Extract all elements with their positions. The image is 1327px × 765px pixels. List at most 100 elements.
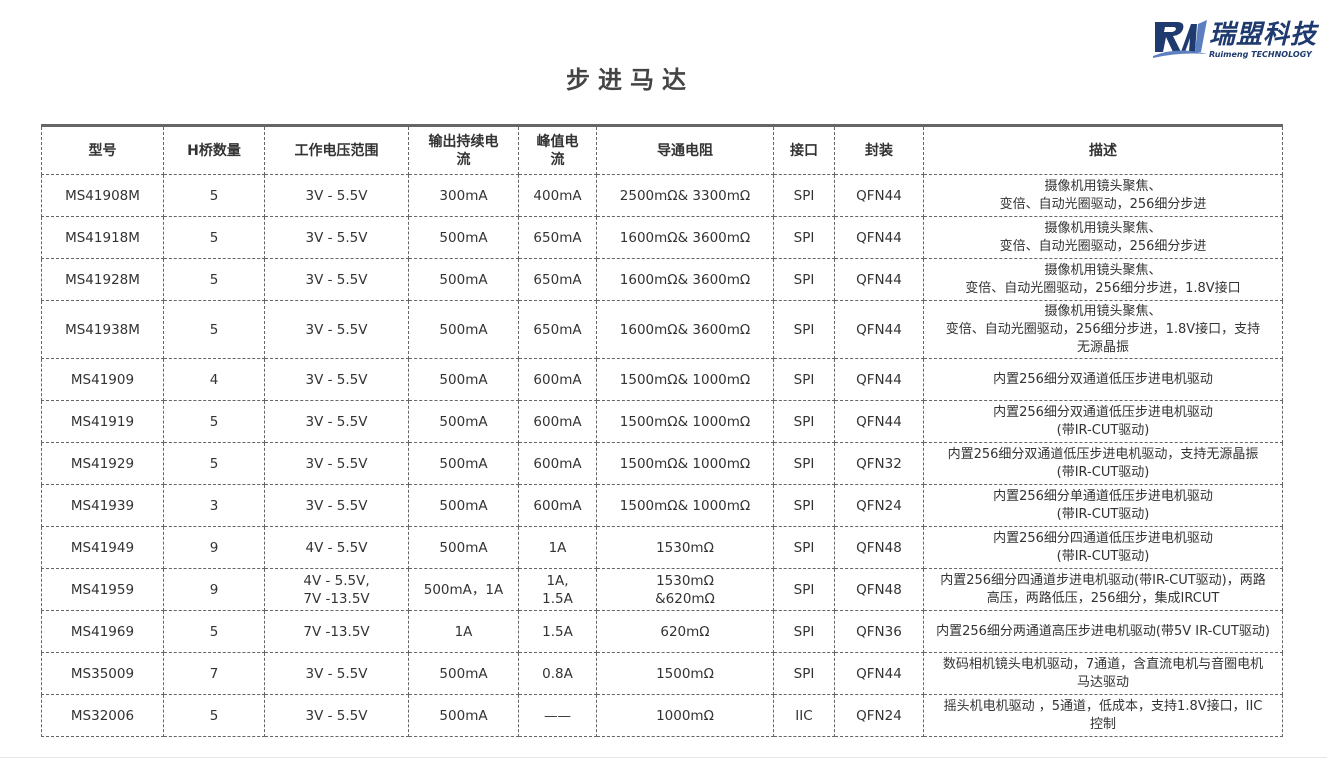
cell-continuous-current: 500mA，1A	[408, 568, 519, 611]
cell-package: QFN24	[834, 484, 924, 527]
cell-on-resistance: 1500mΩ& 1000mΩ	[596, 400, 774, 443]
cell-voltage-range: 3V - 5.5V	[264, 442, 409, 485]
header-package: 封装	[834, 125, 924, 175]
cell-interface: SPI	[773, 568, 835, 611]
cell-model: MS41918M	[41, 216, 164, 259]
cell-description: 摄像机用镜头聚焦、 变倍、自动光圈驱动，256细分步进	[923, 216, 1283, 259]
cell-on-resistance: 1500mΩ& 1000mΩ	[596, 358, 774, 401]
table-row: MS41928M 5 3V - 5.5V 500mA 650mA 1600mΩ& 3600…	[41, 258, 1283, 301]
cell-description: 摄像机用镜头聚焦、 变倍、自动光圈驱动，256细分步进，1.8V接口	[923, 258, 1283, 301]
cell-description: 内置256细分单通道低压步进电机驱动 (带IR-CUT驱动)	[923, 484, 1283, 527]
header-on-resistance: 导通电阻	[596, 125, 774, 175]
cell-on-resistance: 1600mΩ& 3600mΩ	[596, 216, 774, 259]
cell-continuous-current: 500mA	[408, 694, 519, 737]
cell-voltage-range: 3V - 5.5V	[264, 258, 409, 301]
cell-h-bridge-count: 7	[163, 652, 265, 695]
cell-on-resistance: 620mΩ	[596, 610, 774, 653]
table-row: MS41908M 5 3V - 5.5V 300mA 400mA 2500mΩ& 3300…	[41, 174, 1283, 217]
cell-h-bridge-count: 5	[163, 258, 265, 301]
cell-model: MS41908M	[41, 174, 164, 217]
cell-on-resistance: 1000mΩ	[596, 694, 774, 737]
cell-package: QFN48	[834, 526, 924, 569]
cell-package: QFN44	[834, 652, 924, 695]
bottom-divider	[0, 757, 1327, 758]
cell-package: QFN44	[834, 174, 924, 217]
cell-interface: SPI	[773, 400, 835, 443]
table-row: MS32006 5 3V - 5.5V 500mA —— 1000mΩ IIC QFN24 摇头…	[41, 694, 1283, 737]
cell-continuous-current: 500mA	[408, 216, 519, 259]
cell-h-bridge-count: 5	[163, 300, 265, 359]
cell-on-resistance: 1500mΩ	[596, 652, 774, 695]
company-logo: 瑞盟科技 Ruimeng TECHNOLOGY	[1151, 16, 1317, 64]
logo-english-text: Ruimeng TECHNOLOGY	[1208, 50, 1312, 59]
cell-voltage-range: 3V - 5.5V	[264, 652, 409, 695]
cell-package: QFN44	[834, 258, 924, 301]
table-row: MS41919 5 3V - 5.5V 500mA 600mA 1500mΩ& 1000m…	[41, 400, 1283, 443]
cell-continuous-current: 500mA	[408, 400, 519, 443]
cell-on-resistance: 1500mΩ& 1000mΩ	[596, 484, 774, 527]
cell-voltage-range: 4V - 5.5V, 7V -13.5V	[264, 568, 409, 611]
cell-continuous-current: 500mA	[408, 258, 519, 301]
cell-interface: SPI	[773, 258, 835, 301]
cell-package: QFN44	[834, 300, 924, 359]
cell-on-resistance: 1600mΩ& 3600mΩ	[596, 258, 774, 301]
page: 瑞盟科技 Ruimeng TECHNOLOGY 步进马达 型号 H桥数量 工作电压范…	[0, 0, 1327, 765]
cell-peak-current: 600mA	[518, 400, 597, 443]
cell-description: 摇头机电机驱动 ，5通道，低成本，支持1.8V接口，IIC 控制	[923, 694, 1283, 737]
cell-h-bridge-count: 3	[163, 484, 265, 527]
cell-model: MS41929	[41, 442, 164, 485]
product-table-container: 型号 H桥数量 工作电压范围 输出持续电流峰值电流导通电阻 接口 封装 描述 MS41908…	[41, 124, 1283, 737]
table-row: MS41929 5 3V - 5.5V 500mA 600mA 1500mΩ& 1000m…	[41, 442, 1283, 485]
cell-package: QFN24	[834, 694, 924, 737]
cell-model: MS41969	[41, 610, 164, 653]
cell-model: MS41939	[41, 484, 164, 527]
header-continuous-current: 输出持续电流	[408, 125, 519, 175]
cell-peak-current: 650mA	[518, 300, 597, 359]
cell-voltage-range: 3V - 5.5V	[264, 300, 409, 359]
cell-model: MS32006	[41, 694, 164, 737]
cell-peak-current: 650mA	[518, 258, 597, 301]
cell-description: 内置256细分双通道低压步进电机驱动	[923, 358, 1283, 401]
cell-interface: SPI	[773, 526, 835, 569]
header-description: 描述	[923, 125, 1283, 175]
cell-model: MS35009	[41, 652, 164, 695]
cell-package: QFN44	[834, 216, 924, 259]
cell-peak-current: 400mA	[518, 174, 597, 217]
cell-voltage-range: 3V - 5.5V	[264, 358, 409, 401]
cell-h-bridge-count: 5	[163, 610, 265, 653]
cell-model: MS41909	[41, 358, 164, 401]
table-body: MS41908M 5 3V - 5.5V 300mA 400mA 2500mΩ& 3300…	[41, 174, 1283, 737]
cell-description: 内置256细分两通道高压步进电机驱动(带5V IR-CUT驱动)	[923, 610, 1283, 653]
cell-model: MS41938M	[41, 300, 164, 359]
cell-package: QFN44	[834, 358, 924, 401]
header-interface: 接口	[773, 125, 835, 175]
page-title: 步进马达	[566, 66, 694, 94]
table-row: MS41969 5 7V -13.5V 1A 1.5A 620mΩ SPI QFN36 内置25…	[41, 610, 1283, 653]
cell-peak-current: 1A, 1.5A	[518, 568, 597, 611]
cell-description: 内置256细分四通道步进电机驱动(带IR-CUT驱动)，两路 高压，两路低压，25…	[923, 568, 1283, 611]
header-voltage-range: 工作电压范围	[264, 125, 409, 175]
table-row: MS41909 4 3V - 5.5V 500mA 600mA 1500mΩ& 1000m…	[41, 358, 1283, 401]
cell-description: 摄像机用镜头聚焦、 变倍、自动光圈驱动，256细分步进	[923, 174, 1283, 217]
cell-package: QFN48	[834, 568, 924, 611]
cell-on-resistance: 1530mΩ &620mΩ	[596, 568, 774, 611]
cell-voltage-range: 3V - 5.5V	[264, 400, 409, 443]
cell-description: 内置256细分双通道低压步进电机驱动 (带IR-CUT驱动)	[923, 400, 1283, 443]
cell-h-bridge-count: 4	[163, 358, 265, 401]
cell-peak-current: ——	[518, 694, 597, 737]
cell-interface: SPI	[773, 442, 835, 485]
cell-on-resistance: 1500mΩ& 1000mΩ	[596, 442, 774, 485]
table-row: MS41949 9 4V - 5.5V 500mA 1A 1530mΩ SPI QFN48 内置…	[41, 526, 1283, 569]
cell-model: MS41949	[41, 526, 164, 569]
cell-package: QFN44	[834, 400, 924, 443]
cell-h-bridge-count: 5	[163, 216, 265, 259]
cell-model: MS41919	[41, 400, 164, 443]
table-row: MS35009 7 3V - 5.5V 500mA 0.8A 1500mΩ SPI QFN44…	[41, 652, 1283, 695]
table-row: MS41938M 5 3V - 5.5V 500mA 650mA 1600mΩ& 3600…	[41, 300, 1283, 359]
cell-h-bridge-count: 9	[163, 526, 265, 569]
cell-voltage-range: 7V -13.5V	[264, 610, 409, 653]
cell-interface: IIC	[773, 694, 835, 737]
cell-peak-current: 600mA	[518, 358, 597, 401]
cell-description: 内置256细分双通道低压步进电机驱动，支持无源晶振 (带IR-CUT驱动)	[923, 442, 1283, 485]
table-header-row: 型号 H桥数量 工作电压范围 输出持续电流峰值电流导通电阻 接口 封装 描述	[41, 125, 1283, 175]
